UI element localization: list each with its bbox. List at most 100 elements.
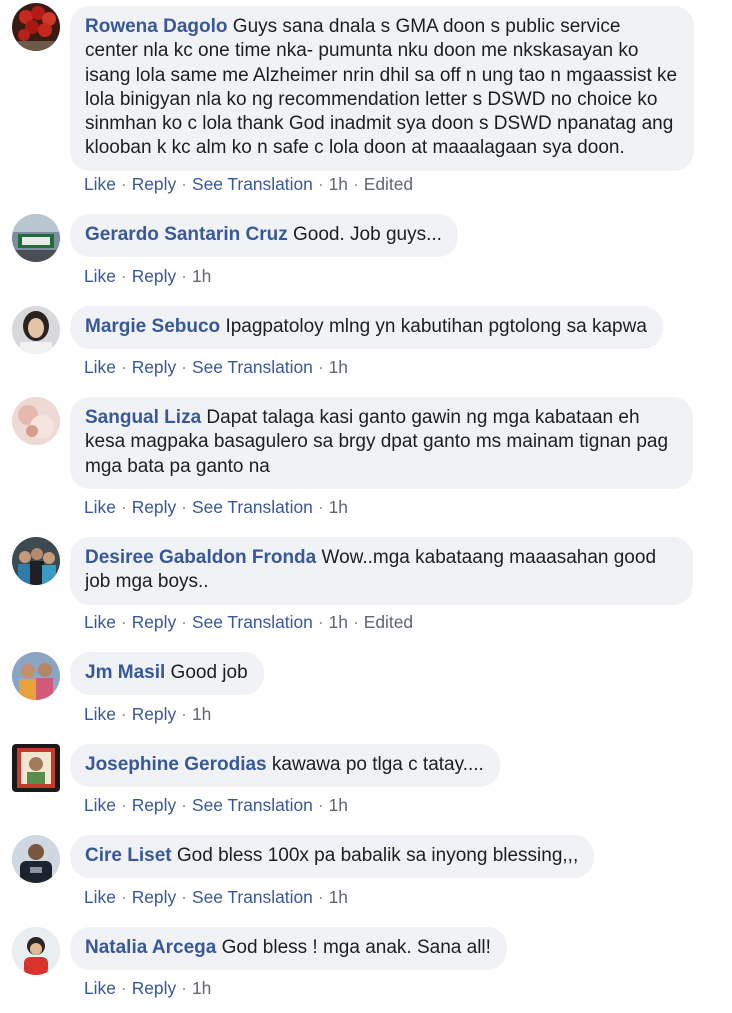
- timestamp-link[interactable]: 1h: [192, 704, 211, 724]
- separator: ·: [181, 887, 187, 907]
- reply-button[interactable]: Reply: [132, 266, 176, 286]
- see-translation-link[interactable]: See Translation: [192, 887, 313, 907]
- comment-text: kawawa po tlga c tatay....: [271, 754, 484, 775]
- timestamp-link[interactable]: 1h: [329, 795, 348, 815]
- avatar-couple-photo-icon: [12, 652, 60, 700]
- separator: ·: [120, 887, 127, 907]
- comment-bubble: Josephine Gerodias kawawa po tlga c tata…: [70, 744, 500, 788]
- separator: ·: [120, 266, 127, 286]
- comment-author-link[interactable]: Natalia Arcega: [85, 937, 216, 958]
- separator: ·: [317, 357, 324, 377]
- comment-actions: Like · Reply · See Translation · 1h: [84, 887, 348, 907]
- reply-button[interactable]: Reply: [132, 497, 176, 517]
- avatar-woman-portrait-icon: [12, 306, 60, 354]
- separator: ·: [120, 795, 127, 815]
- like-button[interactable]: Like: [84, 612, 116, 632]
- see-translation-link[interactable]: See Translation: [192, 174, 313, 194]
- avatar[interactable]: [12, 214, 60, 262]
- comment-text: Guys sana dnala s GMA doon s public serv…: [85, 16, 678, 159]
- reply-button[interactable]: Reply: [132, 612, 176, 632]
- edited-label[interactable]: Edited: [364, 612, 413, 632]
- separator: ·: [317, 174, 324, 194]
- avatar[interactable]: [12, 306, 60, 354]
- separator: ·: [317, 612, 324, 632]
- comment-actions: Like · Reply · See Translation · 1h: [84, 795, 348, 815]
- reply-button[interactable]: Reply: [132, 795, 176, 815]
- timestamp-link[interactable]: 1h: [192, 978, 211, 998]
- separator: ·: [317, 887, 324, 907]
- avatar-roses-icon: [12, 3, 60, 51]
- timestamp-link[interactable]: 1h: [329, 887, 348, 907]
- avatar-atm-sign-icon: [12, 214, 60, 262]
- see-translation-link[interactable]: See Translation: [192, 357, 313, 377]
- timestamp-link[interactable]: 1h: [329, 357, 348, 377]
- like-button[interactable]: Like: [84, 266, 116, 286]
- avatar[interactable]: [12, 3, 60, 51]
- separator: ·: [181, 704, 187, 724]
- avatar[interactable]: [12, 744, 60, 792]
- timestamp-link[interactable]: 1h: [329, 174, 348, 194]
- separator: ·: [181, 174, 187, 194]
- reply-button[interactable]: Reply: [132, 887, 176, 907]
- like-button[interactable]: Like: [84, 978, 116, 998]
- avatar[interactable]: [12, 397, 60, 445]
- see-translation-link[interactable]: See Translation: [192, 612, 313, 632]
- separator: ·: [181, 978, 187, 998]
- like-button[interactable]: Like: [84, 174, 116, 194]
- comment-bubble: Margie Sebuco Ipagpatoloy mlng yn kabuti…: [70, 306, 663, 350]
- timestamp-link[interactable]: 1h: [329, 497, 348, 517]
- separator: ·: [120, 497, 127, 517]
- avatar-group-photo-icon: [12, 537, 60, 585]
- comment-bubble: Natalia Arcega God bless ! mga anak. San…: [70, 927, 507, 971]
- like-button[interactable]: Like: [84, 795, 116, 815]
- comment-actions: Like · Reply · See Translation · 1h · Edited: [84, 174, 413, 194]
- comment-bubble: Rowena Dagolo Guys sana dnala s GMA doon…: [70, 6, 694, 171]
- separator: ·: [352, 612, 359, 632]
- avatar[interactable]: [12, 835, 60, 883]
- like-button[interactable]: Like: [84, 887, 116, 907]
- reply-button[interactable]: Reply: [132, 174, 176, 194]
- comment-bubble: Jm Masil Good job: [70, 652, 264, 696]
- avatar-pink-blur-icon: [12, 397, 60, 445]
- comment-actions: Like · Reply · 1h: [84, 704, 211, 724]
- comment-author-link[interactable]: Desiree Gabaldon Fronda: [85, 547, 316, 568]
- comment-actions: Like · Reply · 1h: [84, 266, 211, 286]
- comment-bubble: Desiree Gabaldon Fronda Wow..mga kabataa…: [70, 537, 693, 605]
- separator: ·: [120, 978, 127, 998]
- separator: ·: [181, 497, 187, 517]
- comment-author-link[interactable]: Jm Masil: [85, 662, 165, 683]
- avatar-dark-shirt-icon: [12, 835, 60, 883]
- comment-author-link[interactable]: Josephine Gerodias: [85, 754, 267, 775]
- comment-text: God bless ! mga anak. Sana all!: [221, 937, 491, 958]
- comment-actions: Like · Reply · 1h: [84, 978, 211, 998]
- separator: ·: [181, 357, 187, 377]
- comment-author-link[interactable]: Cire Liset: [85, 845, 172, 866]
- like-button[interactable]: Like: [84, 357, 116, 377]
- like-button[interactable]: Like: [84, 704, 116, 724]
- like-button[interactable]: Like: [84, 497, 116, 517]
- avatar[interactable]: [12, 652, 60, 700]
- comment-text: Ipagpatoloy mlng yn kabutihan pgtolong s…: [225, 316, 647, 337]
- reply-button[interactable]: Reply: [132, 357, 176, 377]
- reply-button[interactable]: Reply: [132, 978, 176, 998]
- see-translation-link[interactable]: See Translation: [192, 497, 313, 517]
- reply-button[interactable]: Reply: [132, 704, 176, 724]
- avatar-child-portrait-icon: [12, 927, 60, 975]
- comment-list: Rowena Dagolo Guys sana dnala s GMA doon…: [0, 0, 732, 1013]
- comment-author-link[interactable]: Sangual Liza: [85, 407, 201, 428]
- comment-author-link[interactable]: Margie Sebuco: [85, 316, 220, 337]
- separator: ·: [120, 174, 127, 194]
- avatar[interactable]: [12, 927, 60, 975]
- comment-text: Good. Job guys...: [293, 224, 442, 245]
- comment-bubble: Cire Liset God bless 100x pa babalik sa …: [70, 835, 595, 879]
- comment-bubble: Sangual Liza Dapat talaga kasi ganto gaw…: [70, 397, 693, 489]
- avatar[interactable]: [12, 537, 60, 585]
- edited-label[interactable]: Edited: [364, 174, 413, 194]
- comment-actions: Like · Reply · See Translation · 1h: [84, 357, 348, 377]
- see-translation-link[interactable]: See Translation: [192, 795, 313, 815]
- timestamp-link[interactable]: 1h: [192, 266, 211, 286]
- comment-author-link[interactable]: Gerardo Santarin Cruz: [85, 224, 288, 245]
- comment-actions: Like · Reply · See Translation · 1h · Edited: [84, 612, 413, 632]
- comment-author-link[interactable]: Rowena Dagolo: [85, 16, 228, 37]
- timestamp-link[interactable]: 1h: [329, 612, 348, 632]
